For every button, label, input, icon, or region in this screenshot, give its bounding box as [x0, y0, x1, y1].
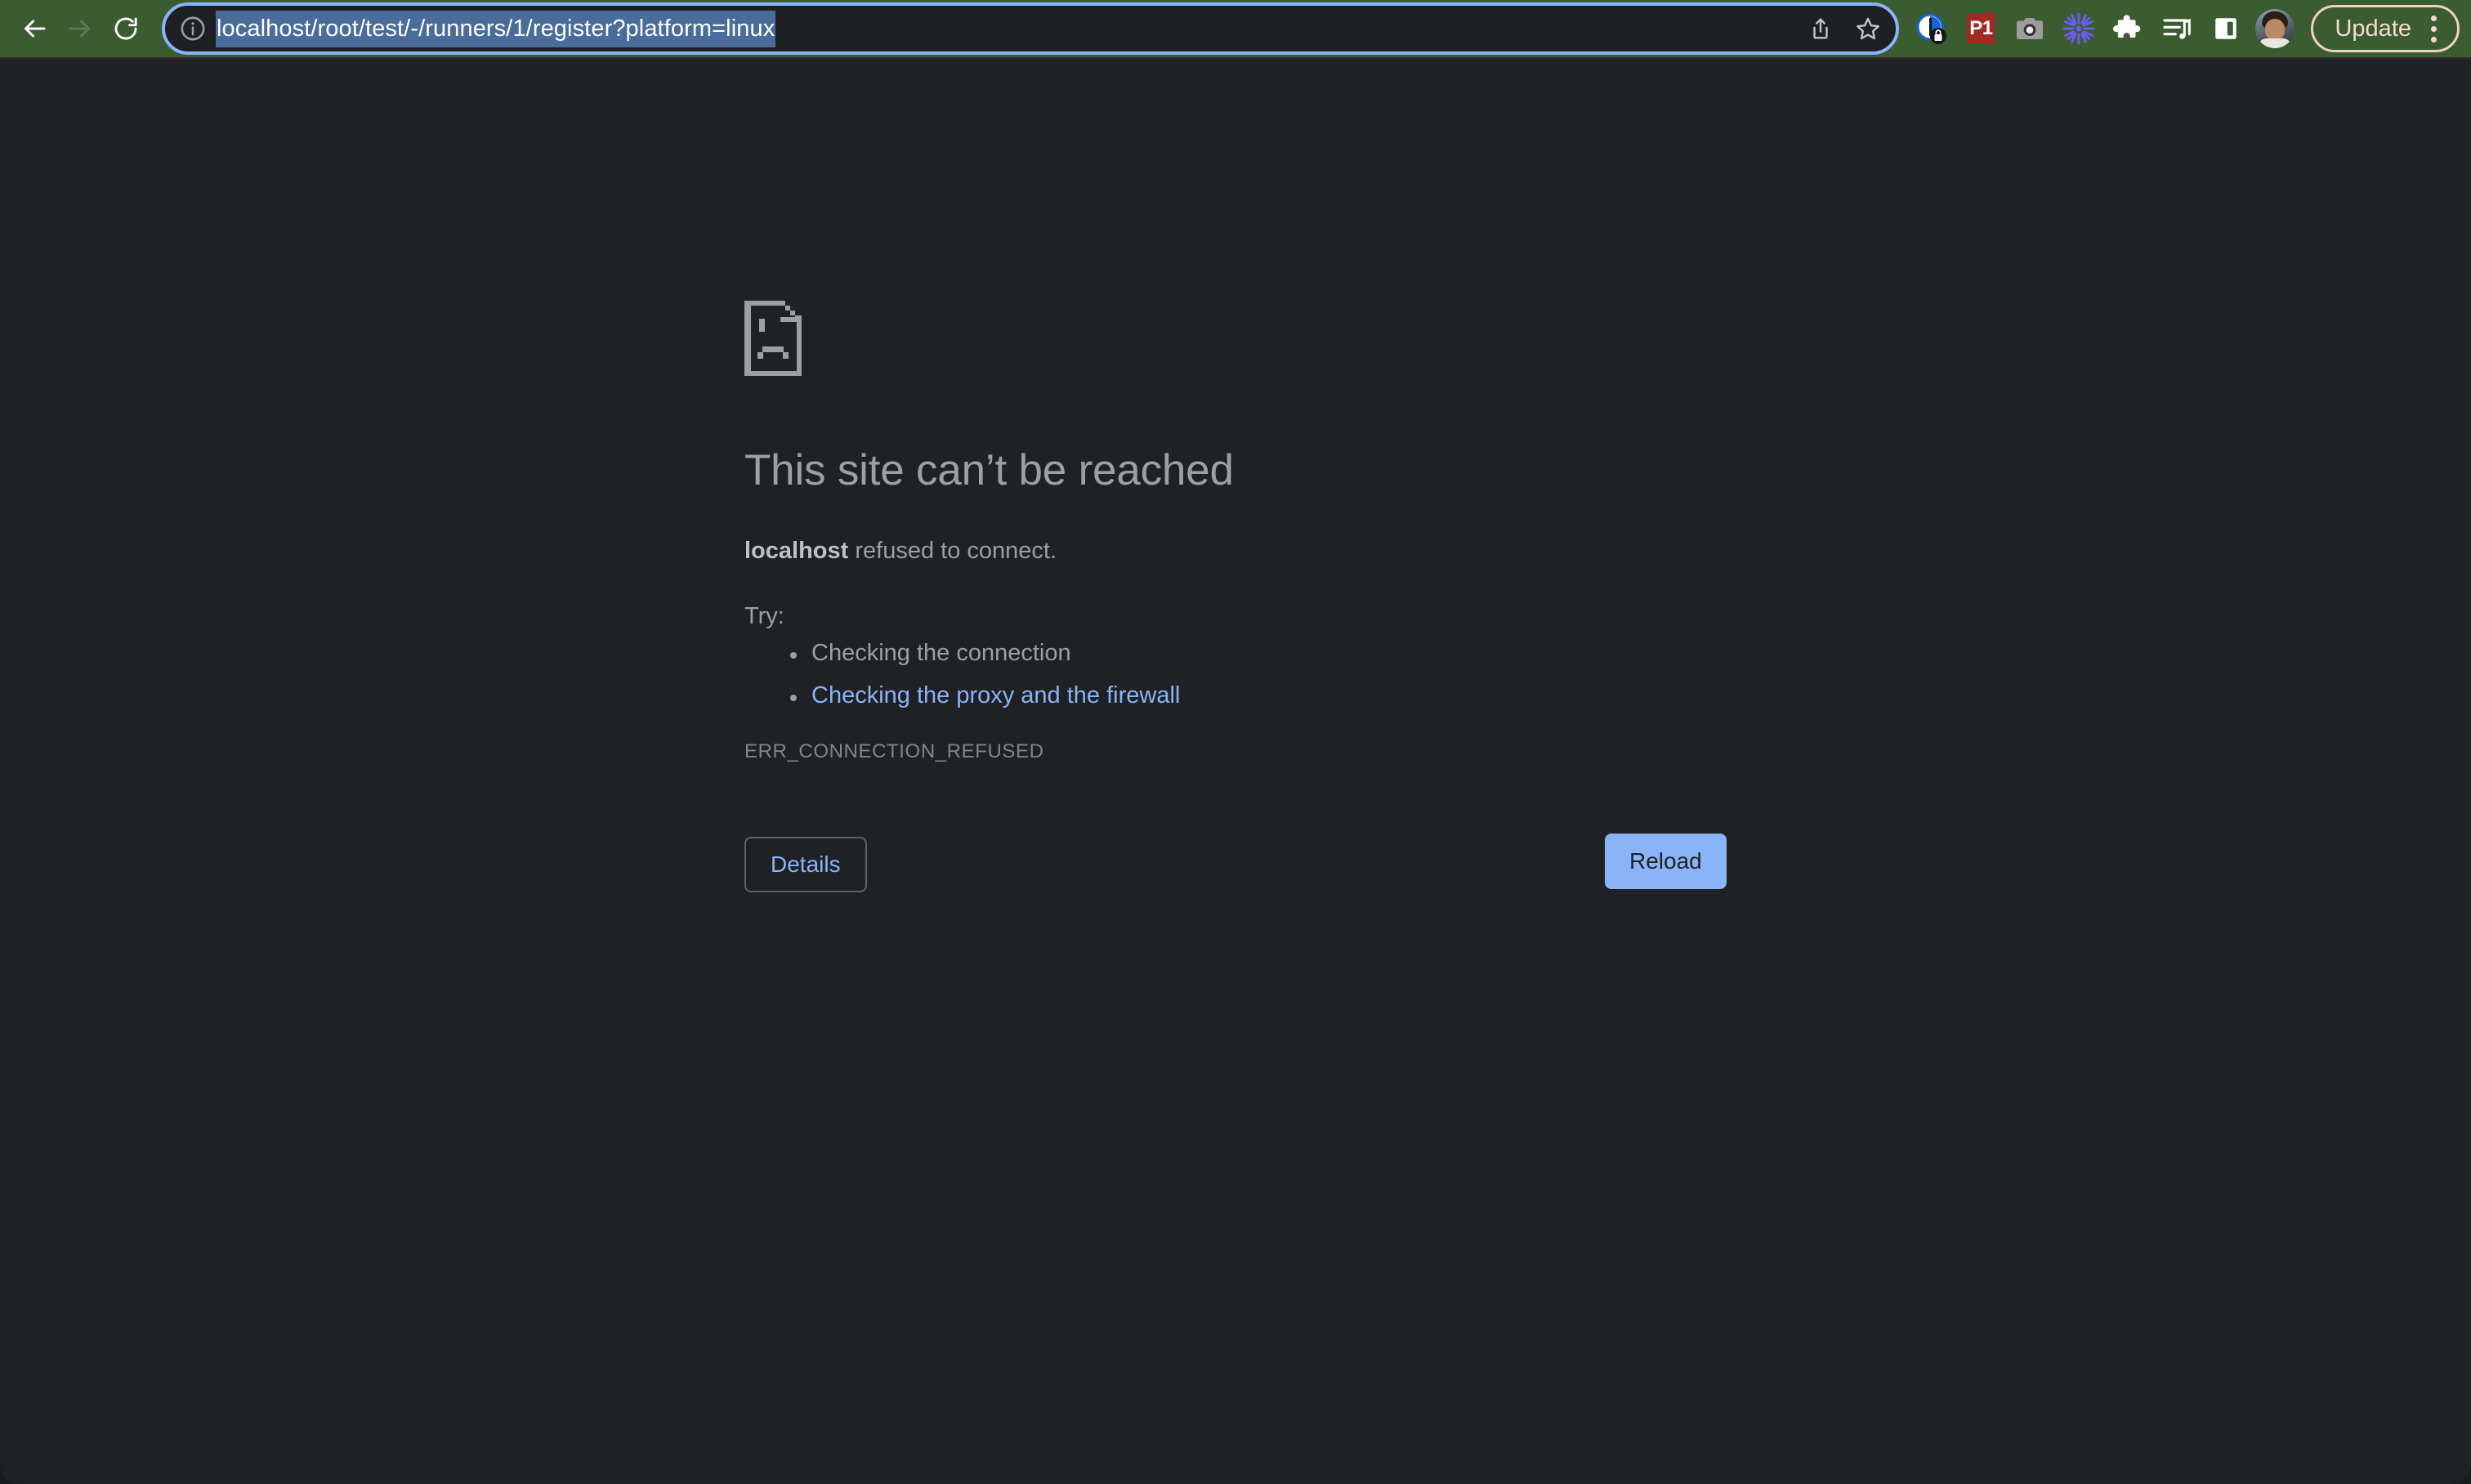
- url-input[interactable]: localhost/root/test/-/runners/1/register…: [216, 10, 776, 47]
- omnibox-actions: [1801, 9, 1888, 48]
- browser-toolbar: localhost/root/test/-/runners/1/register…: [0, 0, 2471, 57]
- back-arrow-icon: [20, 14, 49, 43]
- starburst-extension-icon[interactable]: [2056, 6, 2102, 51]
- toolbar-actions: P1 Update: [1909, 0, 2460, 57]
- error-subline: localhost refused to connect.: [744, 534, 1725, 570]
- camera-icon[interactable]: [2007, 6, 2053, 51]
- reload-page-button[interactable]: Reload: [1605, 834, 1727, 890]
- error-subline-rest: refused to connect.: [848, 537, 1057, 564]
- error-page: This site can’t be reached localhost ref…: [0, 59, 2471, 1484]
- browser-window: localhost/root/test/-/runners/1/register…: [0, 0, 2471, 1484]
- error-content: This site can’t be reached localhost ref…: [744, 301, 1727, 893]
- kebab-menu-icon[interactable]: [2420, 11, 2447, 47]
- avatar: [2255, 9, 2295, 48]
- try-label: Try:: [744, 603, 784, 630]
- reload-button[interactable]: [103, 6, 149, 51]
- address-bar[interactable]: localhost/root/test/-/runners/1/register…: [162, 2, 1900, 55]
- omnibox-container: localhost/root/test/-/runners/1/register…: [162, 2, 1900, 56]
- privacy-badger-icon[interactable]: [1909, 6, 1955, 51]
- puzzle-extensions-icon[interactable]: [2105, 6, 2151, 51]
- p1-extension-icon[interactable]: P1: [1958, 6, 2004, 51]
- update-button[interactable]: Update: [2311, 5, 2460, 52]
- error-code: ERR_CONNECTION_REFUSED: [744, 740, 1044, 763]
- profile-avatar[interactable]: [2252, 6, 2298, 51]
- p1-badge-label: P1: [1967, 13, 1995, 44]
- forward-button: [57, 6, 103, 51]
- update-button-label: Update: [2335, 15, 2411, 42]
- star-icon[interactable]: [1848, 9, 1888, 48]
- site-info-icon[interactable]: [176, 12, 209, 45]
- suggestion-list: Checking the connection Checking the pro…: [744, 641, 1725, 708]
- list-item-link[interactable]: Checking the proxy and the firewall: [790, 684, 1725, 708]
- side-panel-icon[interactable]: [2203, 6, 2249, 51]
- page-title: This site can’t be reached: [744, 446, 1234, 494]
- reading-list-icon[interactable]: [2154, 6, 2200, 51]
- reload-icon: [112, 15, 140, 42]
- details-button[interactable]: Details: [744, 837, 867, 893]
- sad-page-icon: [744, 301, 1725, 376]
- back-button[interactable]: [11, 6, 57, 51]
- forward-arrow-icon: [65, 14, 95, 43]
- share-icon[interactable]: [1801, 9, 1840, 48]
- error-host: localhost: [744, 537, 849, 564]
- error-actions: Details Reload: [744, 834, 1727, 893]
- list-item: Checking the connection: [790, 641, 1725, 665]
